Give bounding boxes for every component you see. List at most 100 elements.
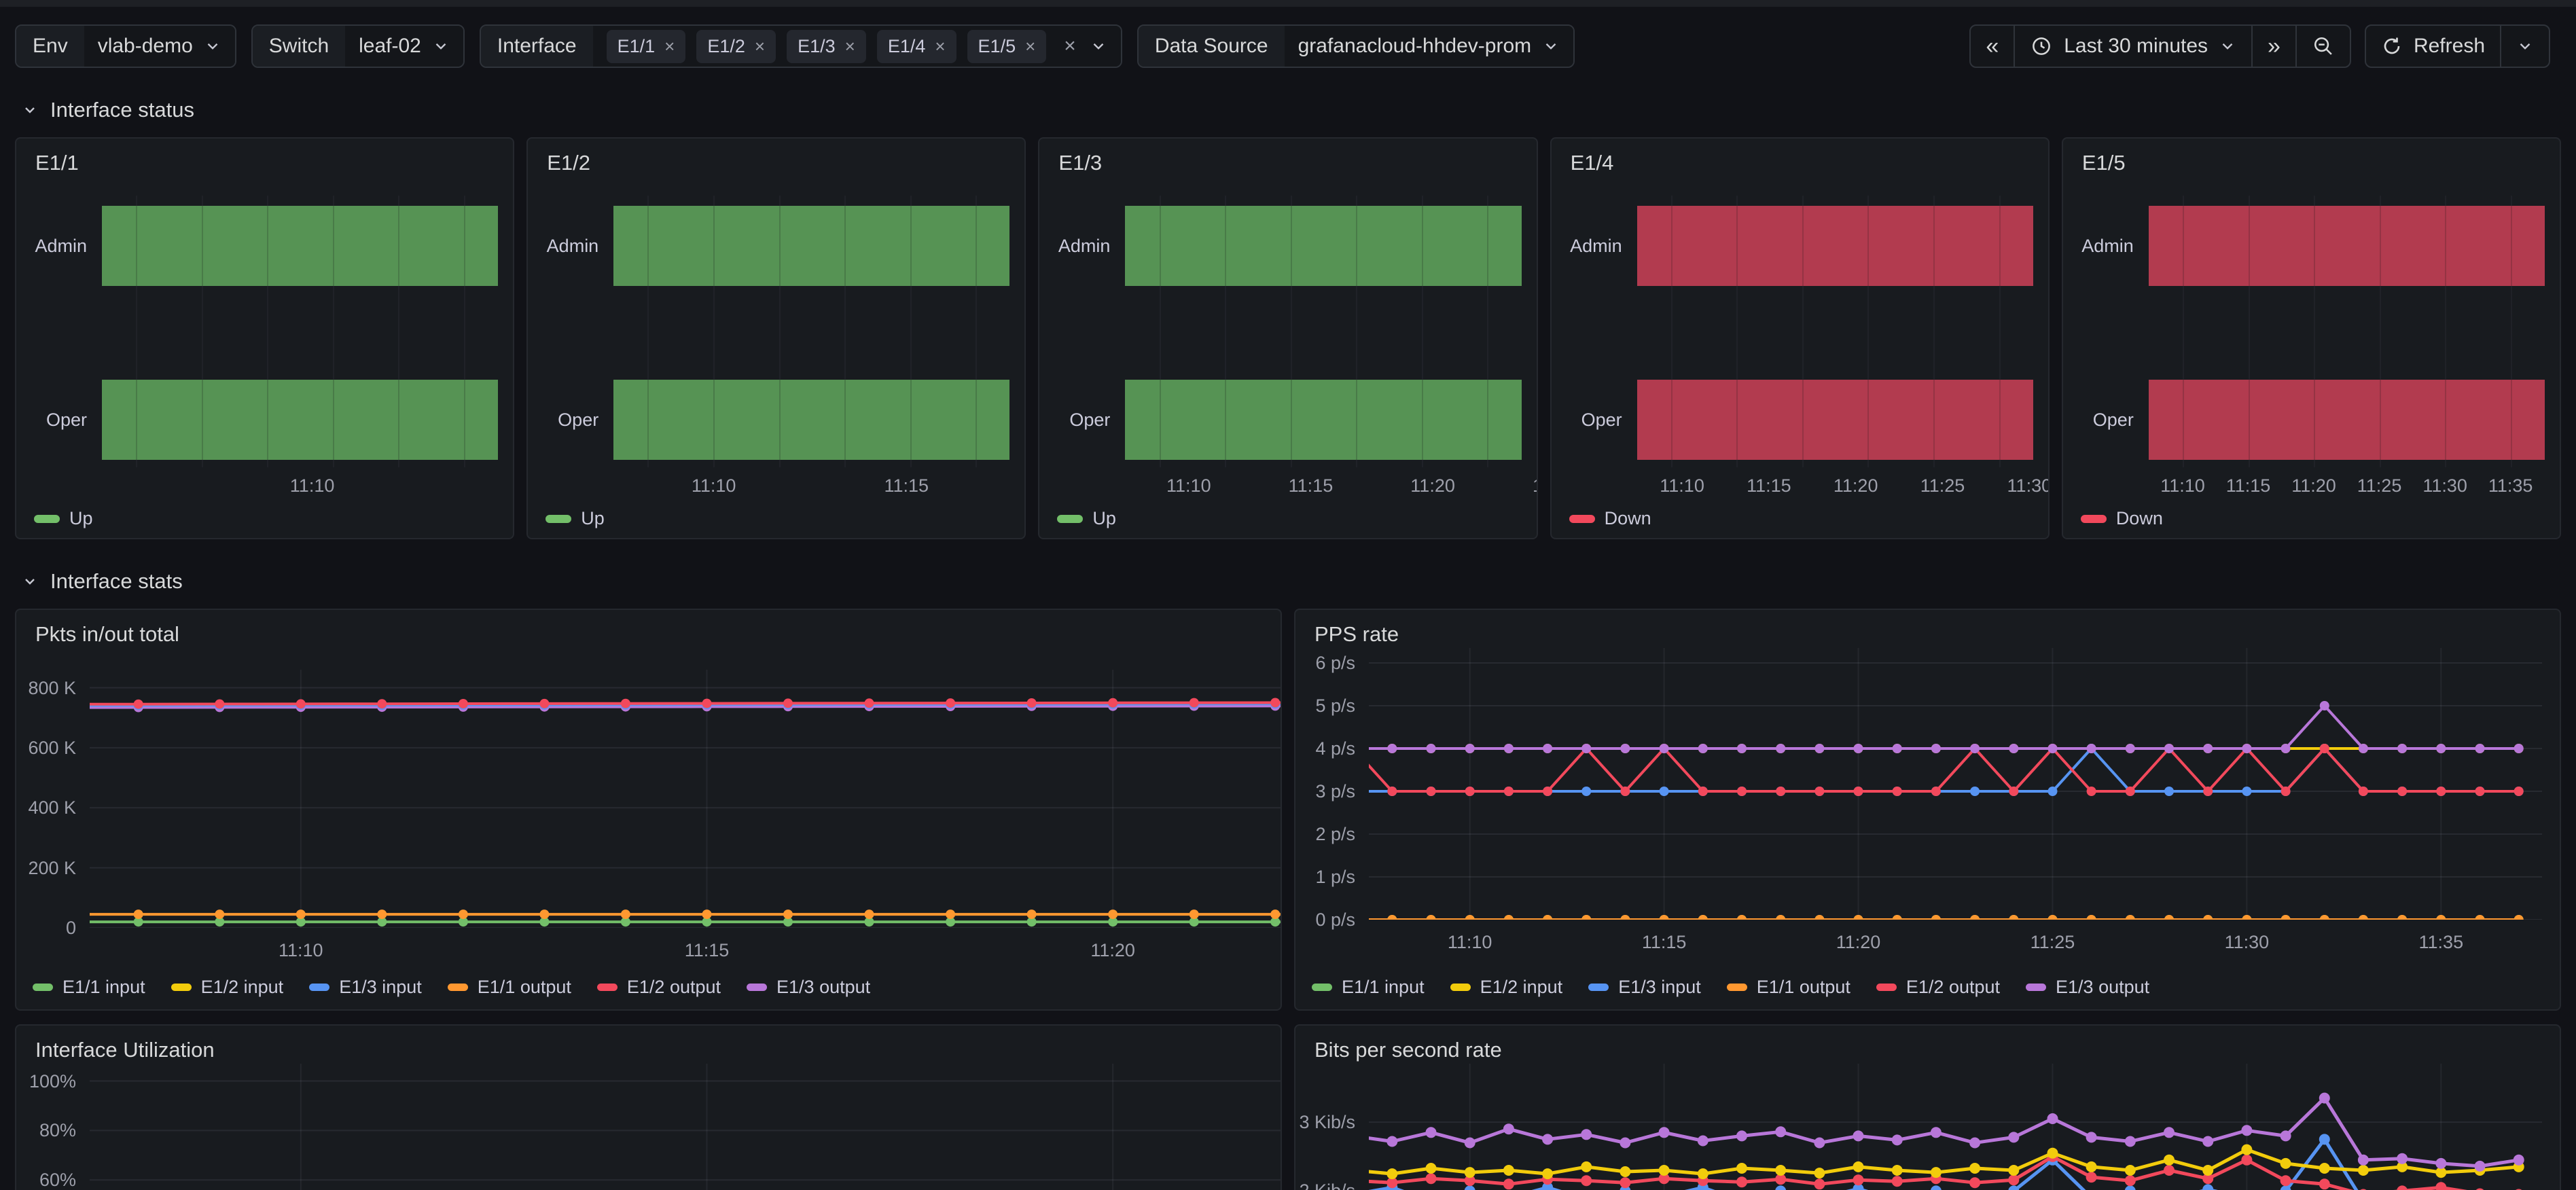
- legend-item-e1-3-output[interactable]: E1/3 output: [2026, 977, 2149, 998]
- chip-remove-icon[interactable]: ×: [1025, 37, 1035, 55]
- refresh-label: Refresh: [2414, 35, 2485, 58]
- y-axis-label: 2 Kib/s: [1295, 1180, 1355, 1190]
- chip-remove-icon[interactable]: ×: [755, 37, 765, 55]
- state-timeline-plot[interactable]: [102, 196, 498, 467]
- zoom-out-button[interactable]: [2297, 26, 2350, 67]
- interface-chip[interactable]: E1/5 ×: [967, 30, 1047, 63]
- legend-item-e1-1-input[interactable]: E1/1 input: [33, 977, 145, 998]
- section-interface-stats[interactable]: Interface stats: [15, 569, 2561, 594]
- state-timeline-plot[interactable]: [613, 196, 1009, 467]
- panel-title[interactable]: Interface Utilization: [35, 1038, 215, 1062]
- panel-e1-5: E1/5AdminOper11:1011:1511:2011:2511:3011…: [2062, 137, 2561, 539]
- legend-item-e1-3-output[interactable]: E1/3 output: [747, 977, 870, 998]
- legend-series-label: E1/2 input: [201, 977, 284, 998]
- legend-item-up[interactable]: Up: [545, 508, 605, 529]
- panel-title[interactable]: E1/1: [35, 151, 79, 175]
- double-chevron-left-icon: «: [1986, 33, 1999, 60]
- y-axis-label: 0: [16, 918, 76, 938]
- panel-e1-3: E1/3AdminOper11:1011:1511:2011:2511:3011…: [1038, 137, 1537, 539]
- chevron-down-icon: [432, 37, 450, 55]
- chart-plot-area[interactable]: [90, 670, 1263, 928]
- x-gridline-overlay: [2249, 196, 2250, 467]
- panel-title[interactable]: E1/2: [547, 151, 590, 175]
- variable-value-env[interactable]: vlab-demo: [84, 26, 235, 67]
- variable-selected-value: grafanacloud-hhdev-prom: [1298, 35, 1532, 58]
- panel-e1-2: E1/2AdminOper11:1011:1511:2011:2511:3011…: [526, 137, 1026, 539]
- time-shift-forward-button[interactable]: »: [2253, 26, 2297, 67]
- x-gridline-overlay: [910, 196, 912, 467]
- legend-item-e1-1-output[interactable]: E1/1 output: [1727, 977, 1850, 998]
- x-axis-label: 11:15: [869, 475, 944, 497]
- panel-title[interactable]: Bits per second rate: [1314, 1038, 1502, 1062]
- refresh-button[interactable]: Refresh: [2366, 26, 2501, 67]
- legend-item-e1-2-output[interactable]: E1/2 output: [597, 977, 721, 998]
- chart-plot-area[interactable]: [1369, 648, 2542, 920]
- x-axis-label: 11:25: [1906, 475, 1980, 497]
- interface-chip[interactable]: E1/1×: [607, 30, 686, 63]
- panel-pps: PPS rate6 p/s5 p/s4 p/s3 p/s2 p/s1 p/s0 …: [1294, 609, 2561, 1011]
- legend-item-e1-1-input[interactable]: E1/1 input: [1312, 977, 1425, 998]
- legend-item-e1-2-output[interactable]: E1/2 output: [1876, 977, 2000, 998]
- panel-title[interactable]: E1/3: [1058, 151, 1102, 175]
- legend-item-e1-2-input[interactable]: E1/2 input: [171, 977, 284, 998]
- chart-plot-area[interactable]: [90, 1064, 1263, 1190]
- panel-title[interactable]: PPS rate: [1314, 622, 1399, 647]
- state-timeline-plot[interactable]: [2149, 196, 2545, 467]
- x-gridline-overlay: [1999, 196, 2001, 467]
- state-row-label: Admin: [1039, 235, 1110, 257]
- time-shift-back-button[interactable]: «: [1971, 26, 2015, 67]
- state-timeline-plot[interactable]: [1125, 196, 1521, 467]
- legend-item-e1-2-input[interactable]: E1/2 input: [1450, 977, 1563, 998]
- variable-group-env: Envvlab-demo: [15, 24, 236, 68]
- state-bar-admin: [613, 206, 1009, 286]
- chevron-down-icon: [22, 102, 38, 118]
- variable-value-data-source[interactable]: grafanacloud-hhdev-prom: [1285, 26, 1574, 67]
- chip-label: E1/5: [978, 36, 1016, 57]
- variable-selected-value: vlab-demo: [98, 35, 193, 58]
- panel-title[interactable]: E1/5: [2082, 151, 2126, 175]
- x-axis-label: 11:15: [1273, 475, 1348, 497]
- legend-item-down[interactable]: Down: [2081, 508, 2163, 529]
- y-axis-label: 0 p/s: [1295, 909, 1355, 930]
- interface-chip[interactable]: E1/4×: [877, 30, 956, 63]
- panel-title[interactable]: Pkts in/out total: [35, 622, 179, 647]
- y-axis-label: 100%: [16, 1071, 76, 1092]
- state-row-label: Admin: [1552, 235, 1622, 257]
- section-title: Interface status: [50, 98, 194, 122]
- legend-item-down[interactable]: Down: [1569, 508, 1651, 529]
- state-bar-admin: [2149, 206, 2545, 286]
- legend-item-e1-3-input[interactable]: E1/3 input: [309, 977, 422, 998]
- chip-remove-icon[interactable]: ×: [845, 37, 855, 55]
- legend-item-e1-3-input[interactable]: E1/3 input: [1588, 977, 1701, 998]
- x-gridline-overlay: [1225, 196, 1226, 467]
- interface-chip[interactable]: E1/2×: [696, 30, 776, 63]
- panel-title[interactable]: E1/4: [1571, 151, 1614, 175]
- x-gridline-overlay: [1422, 196, 1423, 467]
- x-axis-label: 11:25: [2015, 932, 2090, 953]
- variable-value-interface: E1/1× E1/2× E1/3× E1/4× E1/5 × ×: [593, 26, 1121, 67]
- chip-remove-icon[interactable]: ×: [664, 37, 675, 55]
- legend-state-label: Up: [69, 508, 93, 529]
- state-bar-oper: [1637, 380, 2033, 460]
- interface-chip[interactable]: E1/3×: [787, 30, 866, 63]
- state-row-label: Admin: [2063, 235, 2134, 257]
- chevron-down-icon: [22, 573, 38, 590]
- chart-plot-area[interactable]: [1369, 1064, 2542, 1190]
- legend-item-e1-1-output[interactable]: E1/1 output: [448, 977, 571, 998]
- state-timeline-plot[interactable]: [1637, 196, 2033, 467]
- x-gridline-overlay: [1487, 196, 1488, 467]
- legend-series-pill: [1876, 984, 1897, 991]
- clear-selection-icon[interactable]: ×: [1064, 35, 1076, 58]
- refresh-interval-button[interactable]: [2501, 26, 2549, 67]
- chip-remove-icon[interactable]: ×: [935, 37, 945, 55]
- variable-value-switch[interactable]: leaf-02: [345, 26, 463, 67]
- section-interface-status[interactable]: Interface status: [15, 98, 2561, 122]
- variable-label: Interface: [481, 26, 593, 67]
- x-axis-label: 11:20: [2276, 475, 2351, 497]
- bottom-panels-row: Interface Utilization100%80%60%11:1011:1…: [15, 1024, 2561, 1190]
- legend-item-up[interactable]: Up: [1057, 508, 1116, 529]
- legend-item-up[interactable]: Up: [34, 508, 93, 529]
- x-gridline-overlay: [976, 196, 977, 467]
- window-top-strip: [0, 0, 2576, 7]
- time-picker-button[interactable]: Last 30 minutes: [2015, 26, 2253, 67]
